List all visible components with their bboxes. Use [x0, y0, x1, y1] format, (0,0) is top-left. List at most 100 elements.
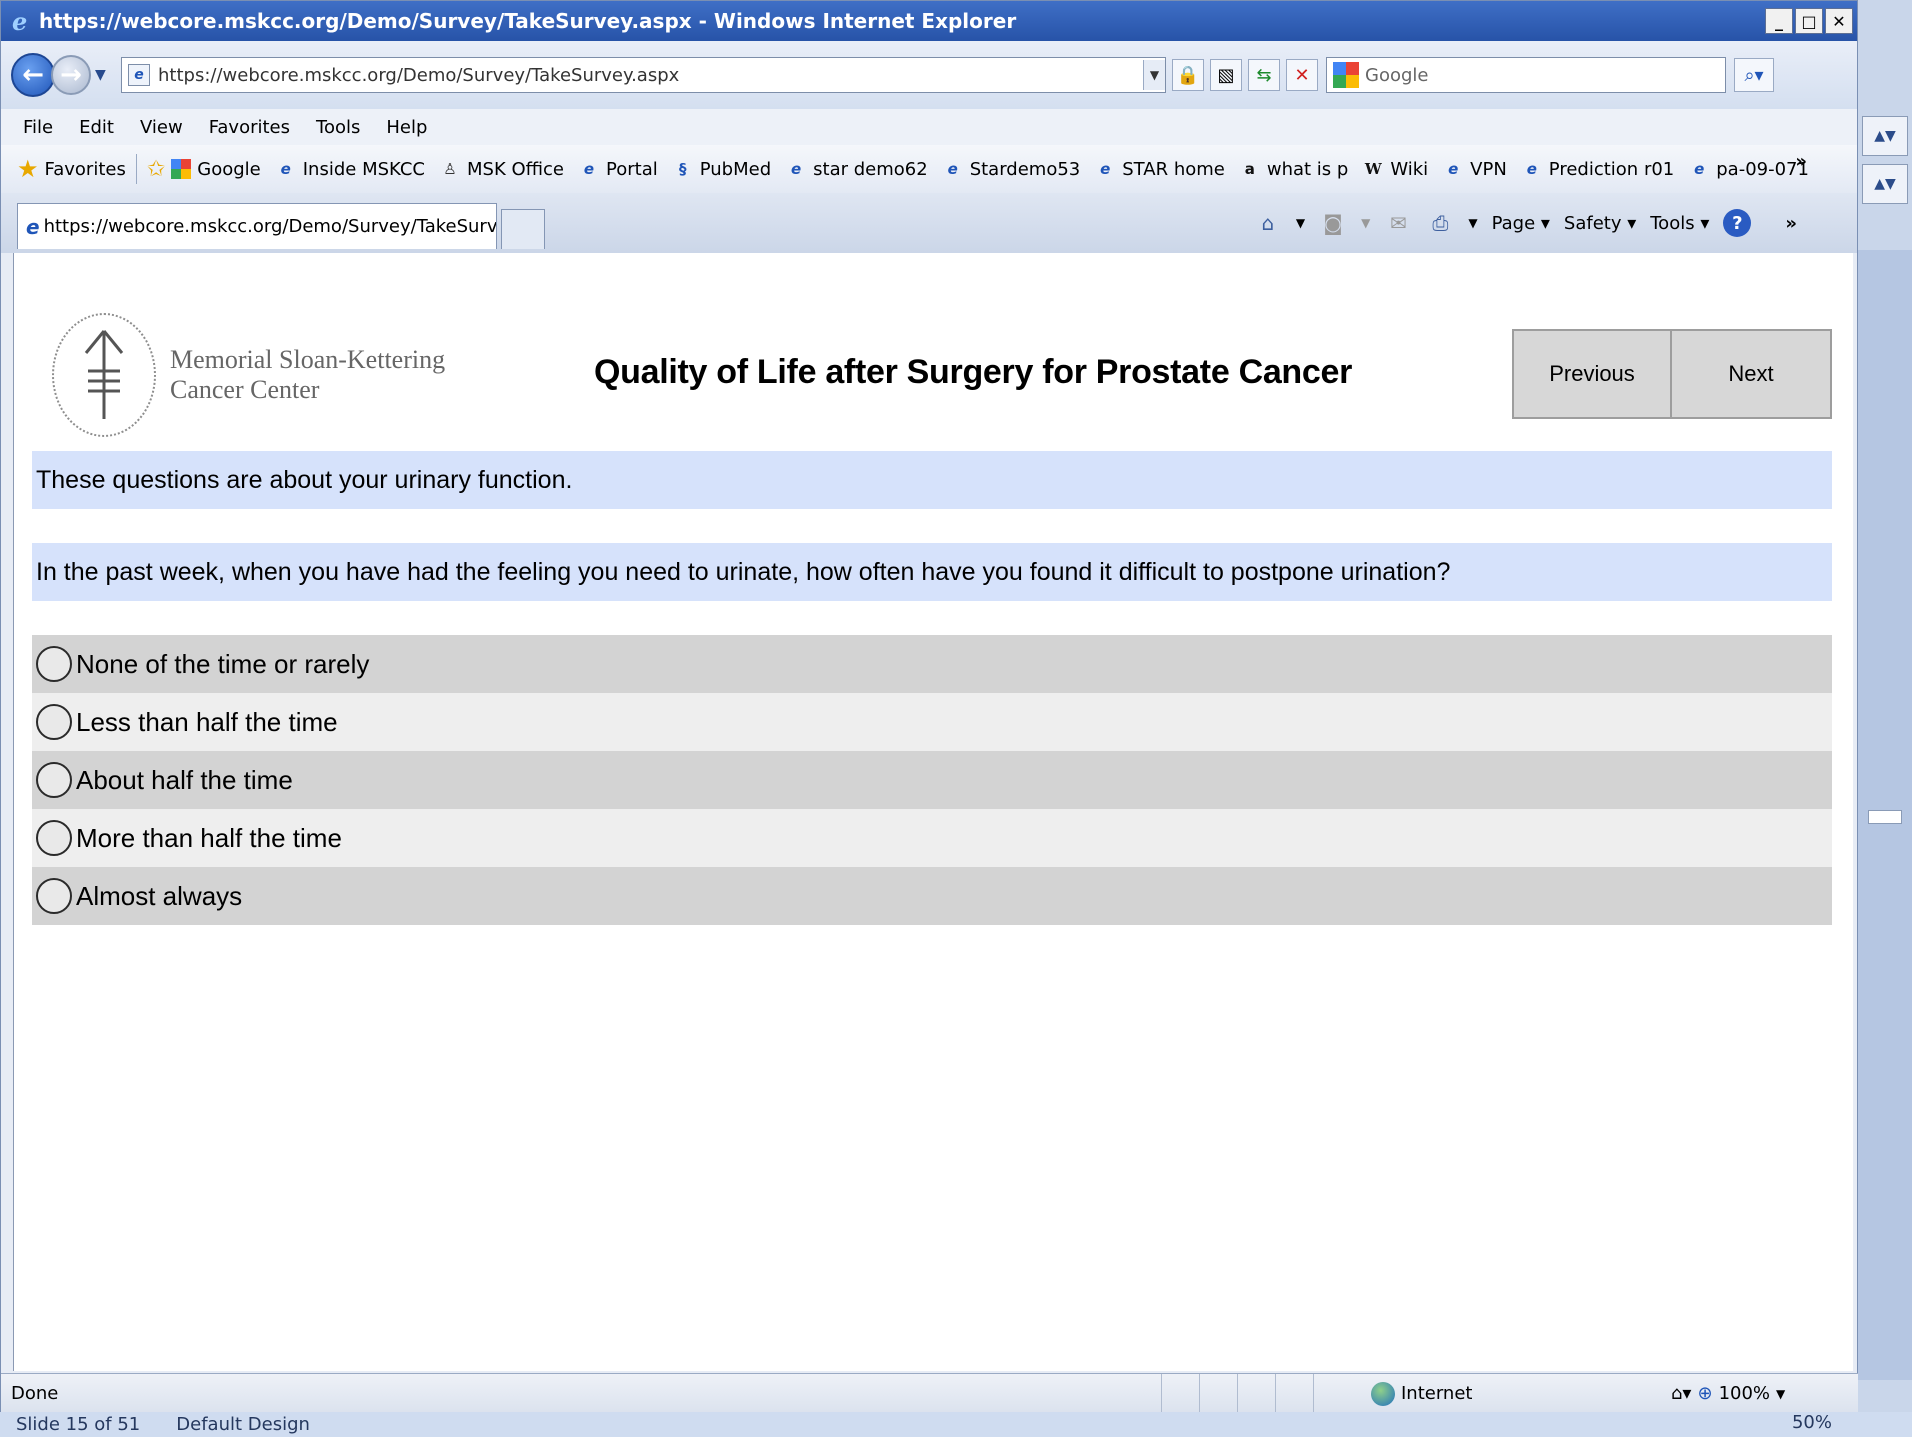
fav-inside-mskcc[interactable]: e Inside MSKCC [275, 158, 425, 180]
option-none-rarely[interactable]: None of the time or rarely [32, 635, 1832, 693]
zoom-control[interactable]: ⌂▾ ⊕ 100% ▼ [1671, 1383, 1785, 1404]
fav-stardemo53[interactable]: e Stardemo53 [942, 158, 1081, 180]
answer-options: None of the time or rarely Less than hal… [32, 635, 1832, 925]
recent-pages-dropdown[interactable]: ▼ [95, 67, 113, 83]
fav-msk-office[interactable]: ♙ MSK Office [439, 158, 564, 180]
home-dropdown[interactable]: ▼ [1296, 216, 1305, 230]
command-bar: ⌂ ▼ ◙ ▼ ✉ ⎙ ▼ Page ▾ Safety ▾ Tools ▾ ? » [1254, 209, 1797, 237]
menu-help[interactable]: Help [386, 117, 427, 138]
compatibility-icon[interactable]: ▧ [1210, 59, 1242, 91]
minimize-button[interactable]: _ [1765, 8, 1793, 34]
address-url[interactable]: https://webcore.mskcc.org/Demo/Survey/Ta… [158, 65, 1143, 86]
lock-icon[interactable]: 🔒 [1172, 59, 1204, 91]
page-title: Quality of Life after Surgery for Prosta… [594, 353, 1353, 391]
menu-bar: File Edit View Favorites Tools Help [1, 109, 1857, 145]
google-icon [1333, 62, 1359, 88]
option-almost-always[interactable]: Almost always [32, 867, 1832, 925]
menu-edit[interactable]: Edit [79, 117, 114, 138]
fav-pa-09-071[interactable]: e pa-09-071 [1688, 158, 1809, 180]
scroll-down-icon[interactable]: ▲▼ [1862, 164, 1908, 204]
status-bar: Done Internet ⌂▾ ⊕ 100% ▼ [1, 1373, 1859, 1413]
status-pane [1237, 1374, 1275, 1413]
search-box[interactable]: Google [1326, 57, 1726, 93]
feeds-icon[interactable]: ◙ [1319, 209, 1347, 237]
safety-menu[interactable]: Safety ▾ [1564, 213, 1636, 234]
fav-label: VPN [1470, 158, 1507, 180]
forward-button[interactable]: → [51, 55, 91, 95]
maximize-button[interactable]: □ [1795, 8, 1823, 34]
feeds-dropdown[interactable]: ▼ [1361, 216, 1370, 230]
favorites-button[interactable]: Favorites [45, 159, 126, 180]
question-text: In the past week, when you have had the … [32, 543, 1832, 601]
ie-page-icon: e [1100, 160, 1111, 178]
address-bar[interactable]: e https://webcore.mskcc.org/Demo/Survey/… [121, 57, 1166, 93]
security-zone[interactable]: Internet [1371, 1381, 1611, 1406]
fav-vpn[interactable]: e VPN [1442, 158, 1507, 180]
globe-icon [1371, 1381, 1395, 1406]
close-button[interactable]: ✕ [1825, 8, 1853, 34]
fav-wiki[interactable]: W Wiki [1362, 158, 1428, 180]
status-text: Done [11, 1383, 59, 1404]
zoom-dropdown[interactable]: ▼ [1776, 1387, 1785, 1401]
radio-button[interactable] [36, 878, 72, 914]
radio-button[interactable] [36, 762, 72, 798]
menu-favorites[interactable]: Favorites [209, 117, 290, 138]
favorites-star-icon[interactable]: ★ [17, 155, 39, 183]
page-viewport: Memorial Sloan-Kettering Cancer Center Q… [13, 253, 1853, 1371]
more-commands-chevron-icon[interactable]: » [1785, 213, 1797, 234]
scroll-thumb[interactable] [1868, 810, 1902, 824]
ie-window: e https://webcore.mskcc.org/Demo/Survey/… [0, 0, 1859, 1413]
fav-portal[interactable]: e Portal [578, 158, 658, 180]
fav-google[interactable]: Google [171, 159, 261, 180]
protected-mode-icon[interactable]: ⌂▾ [1671, 1383, 1691, 1404]
radio-button[interactable] [36, 704, 72, 740]
option-label: Less than half the time [76, 706, 338, 737]
new-tab-button[interactable] [501, 209, 545, 249]
radio-button[interactable] [36, 646, 72, 682]
section-intro: These questions are about your urinary f… [32, 451, 1832, 509]
search-icon[interactable]: ⌕▾ [1734, 58, 1774, 92]
amazon-icon: a [1244, 160, 1255, 178]
search-placeholder: Google [1365, 64, 1429, 86]
mail-icon[interactable]: ✉ [1384, 209, 1412, 237]
previous-button[interactable]: Previous [1512, 329, 1672, 419]
fav-star-demo62[interactable]: e star demo62 [785, 158, 928, 180]
fav-what-is-p[interactable]: a what is p [1239, 158, 1349, 180]
option-more-than-half[interactable]: More than half the time [32, 809, 1832, 867]
fav-label: Stardemo53 [969, 158, 1081, 180]
ie-page-icon: e [791, 160, 802, 178]
option-less-than-half[interactable]: Less than half the time [32, 693, 1832, 751]
mskcc-seal-icon [52, 313, 156, 437]
google-icon [171, 159, 192, 179]
back-button[interactable]: ← [11, 53, 55, 97]
fav-pubmed[interactable]: § PubMed [672, 158, 771, 180]
background-scrollbar[interactable] [1858, 250, 1912, 1380]
menu-tools[interactable]: Tools [316, 117, 360, 138]
radio-button[interactable] [36, 820, 72, 856]
print-icon[interactable]: ⎙ [1426, 209, 1454, 237]
refresh-icon[interactable]: ⇆ [1248, 59, 1280, 91]
stop-icon[interactable]: ✕ [1286, 59, 1318, 91]
more-favorites-chevron-icon[interactable]: » [1795, 151, 1807, 172]
print-dropdown[interactable]: ▼ [1468, 216, 1477, 230]
home-icon[interactable]: ⌂ [1254, 209, 1282, 237]
menu-view[interactable]: View [140, 117, 183, 138]
tools-menu[interactable]: Tools ▾ [1650, 213, 1709, 234]
add-favorite-icon[interactable]: ✩ [147, 157, 165, 182]
page-menu[interactable]: Page ▾ [1492, 213, 1550, 234]
scroll-up-icon[interactable]: ▲▼ [1862, 116, 1908, 156]
fav-label: star demo62 [813, 158, 928, 180]
option-about-half[interactable]: About half the time [32, 751, 1832, 809]
address-dropdown[interactable]: ▼ [1143, 60, 1165, 90]
fav-star-home[interactable]: e STAR home [1094, 158, 1225, 180]
help-icon[interactable]: ? [1723, 209, 1752, 237]
tab-take-survey[interactable]: e https://webcore.mskcc.org/Demo/Survey/… [17, 203, 497, 249]
tab-label: https://webcore.mskcc.org/Demo/Survey/Ta… [43, 216, 497, 237]
menu-file[interactable]: File [23, 117, 53, 138]
next-button[interactable]: Next [1672, 329, 1832, 419]
logo-line-2: Cancer Center [170, 375, 320, 404]
fav-label: Inside MSKCC [302, 158, 425, 180]
ie-page-icon: e [280, 160, 291, 178]
ie-logo-icon: e [9, 7, 35, 36]
fav-prediction-r01[interactable]: e Prediction r01 [1521, 158, 1675, 180]
